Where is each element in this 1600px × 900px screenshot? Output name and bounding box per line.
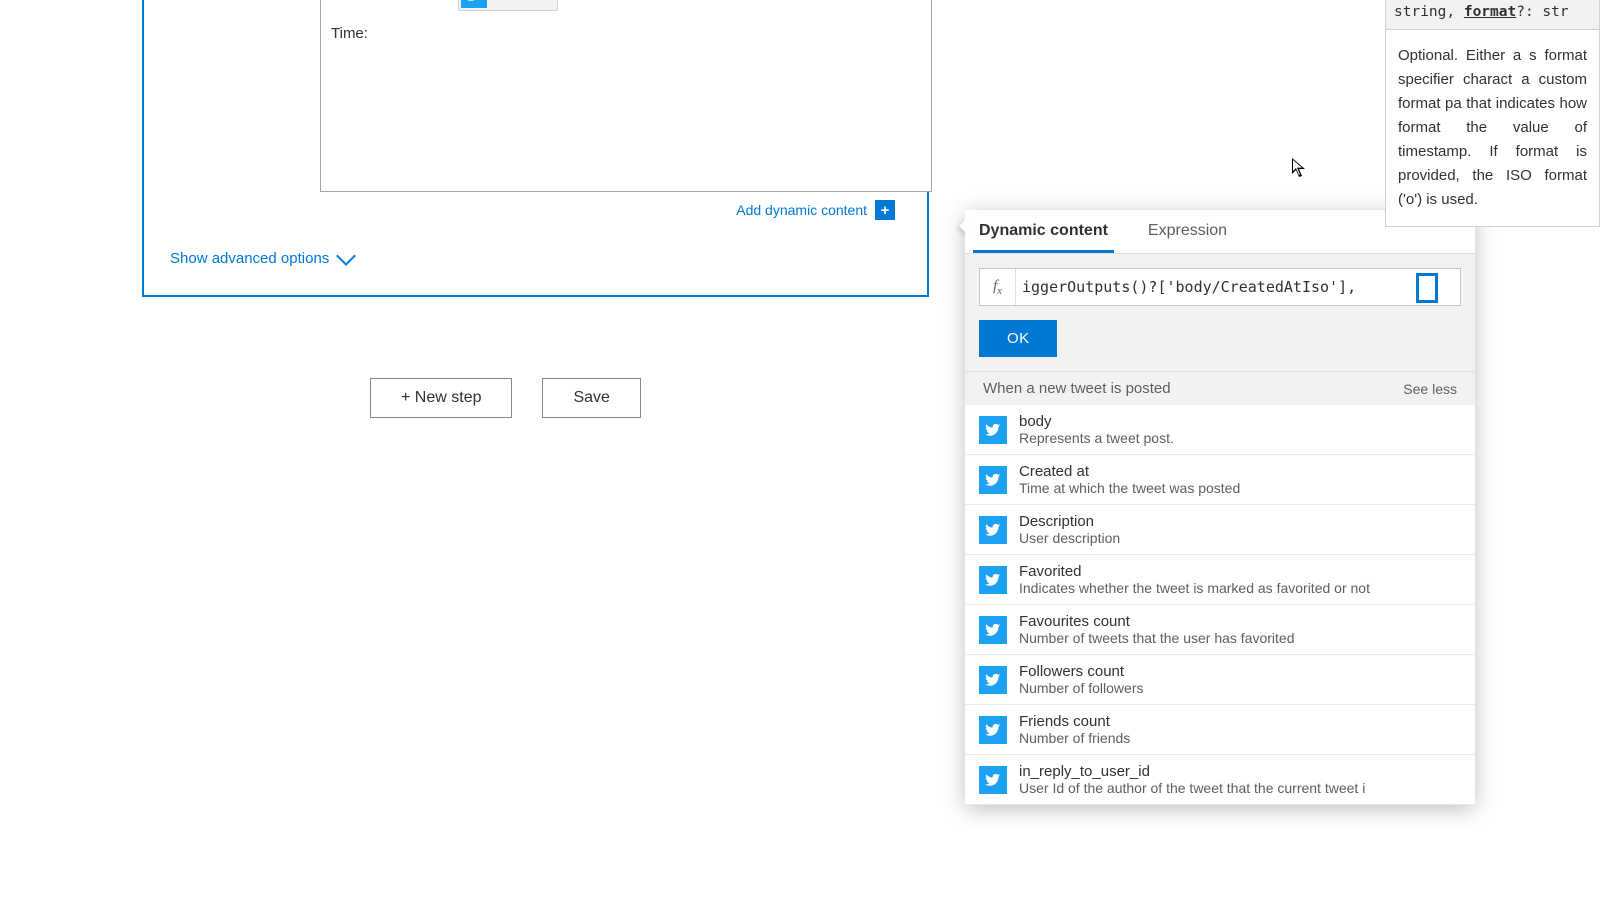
- item-desc: Time at which the tweet was posted: [1019, 480, 1240, 496]
- plus-icon: +: [875, 200, 895, 220]
- mouse-cursor: [1292, 158, 1308, 180]
- dynamic-content-item[interactable]: Favourites countNumber of tweets that th…: [965, 605, 1475, 655]
- item-desc: Indicates whether the tweet is marked as…: [1019, 580, 1370, 596]
- item-title: in_reply_to_user_id: [1019, 763, 1365, 780]
- dynamic-content-item[interactable]: bodyRepresents a tweet post.: [965, 405, 1475, 455]
- twitter-icon: [979, 766, 1007, 794]
- token-label: Name: [495, 0, 532, 3]
- item-title: Created at: [1019, 463, 1240, 480]
- dynamic-content-item[interactable]: in_reply_to_user_idUser Id of the author…: [965, 755, 1475, 805]
- dynamic-content-item[interactable]: FavoritedIndicates whether the tweet is …: [965, 555, 1475, 605]
- twitter-icon: [979, 466, 1007, 494]
- expression-input[interactable]: fx iggerOutputs()?['body/CreatedAtIso'],: [979, 268, 1461, 306]
- ok-button[interactable]: OK: [979, 320, 1057, 357]
- time-label: Time:: [331, 25, 368, 42]
- item-title: Followers count: [1019, 663, 1144, 680]
- item-title: Friends count: [1019, 713, 1130, 730]
- item-desc: User description: [1019, 530, 1120, 546]
- item-desc: Number of followers: [1019, 680, 1144, 696]
- tab-expression[interactable]: Expression: [1142, 214, 1233, 253]
- trigger-section-header: When a new tweet is posted See less: [965, 371, 1475, 405]
- dynamic-content-item[interactable]: DescriptionUser description: [965, 505, 1475, 555]
- item-desc: Represents a tweet post.: [1019, 430, 1174, 446]
- add-dynamic-content-link[interactable]: Add dynamic content +: [160, 200, 895, 220]
- help-text: Optional. Either a s format specifier ch…: [1386, 30, 1599, 226]
- item-desc: Number of tweets that the user has favor…: [1019, 630, 1294, 646]
- chevron-down-icon: [336, 246, 356, 266]
- dynamic-content-item[interactable]: Friends countNumber of friends: [965, 705, 1475, 755]
- item-title: Favorited: [1019, 563, 1370, 580]
- twitter-icon: [979, 716, 1007, 744]
- help-signature: string, format?: str: [1386, 0, 1599, 30]
- tab-dynamic-content[interactable]: Dynamic content: [973, 214, 1114, 253]
- dynamic-content-list[interactable]: bodyRepresents a tweet post.Created atTi…: [965, 405, 1475, 805]
- item-desc: Number of friends: [1019, 730, 1130, 746]
- fx-icon: fx: [980, 269, 1016, 305]
- dynamic-content-item[interactable]: Created atTime at which the tweet was po…: [965, 455, 1475, 505]
- expression-text: iggerOutputs()?['body/CreatedAtIso'],: [1016, 278, 1460, 296]
- dynamic-token-name[interactable]: Name ×: [458, 0, 558, 11]
- new-step-button[interactable]: + New step: [370, 378, 512, 418]
- twitter-icon: [461, 0, 487, 8]
- dynamic-content-item[interactable]: Followers countNumber of followers: [965, 655, 1475, 705]
- item-title: body: [1019, 413, 1174, 430]
- parameter-help-tooltip: string, format?: str Optional. Either a …: [1385, 0, 1600, 227]
- message-body-field[interactable]: Name of the user: Name × Time:: [320, 0, 932, 192]
- twitter-icon: [979, 516, 1007, 544]
- user-label: Name of the user:: [331, 0, 450, 4]
- show-advanced-options[interactable]: Show advanced options: [170, 250, 911, 267]
- item-title: Favourites count: [1019, 613, 1294, 630]
- twitter-icon: [979, 566, 1007, 594]
- save-button[interactable]: Save: [542, 378, 640, 418]
- action-card: Name of the user: Name × Time: Add dynam…: [142, 0, 929, 297]
- token-remove[interactable]: ×: [541, 0, 549, 3]
- twitter-icon: [979, 666, 1007, 694]
- see-less-link[interactable]: See less: [1403, 381, 1457, 397]
- item-desc: User Id of the author of the tweet that …: [1019, 780, 1365, 796]
- item-title: Description: [1019, 513, 1120, 530]
- dynamic-content-popup: Dynamic content Expression fx iggerOutpu…: [965, 210, 1475, 805]
- twitter-icon: [979, 416, 1007, 444]
- twitter-icon: [979, 616, 1007, 644]
